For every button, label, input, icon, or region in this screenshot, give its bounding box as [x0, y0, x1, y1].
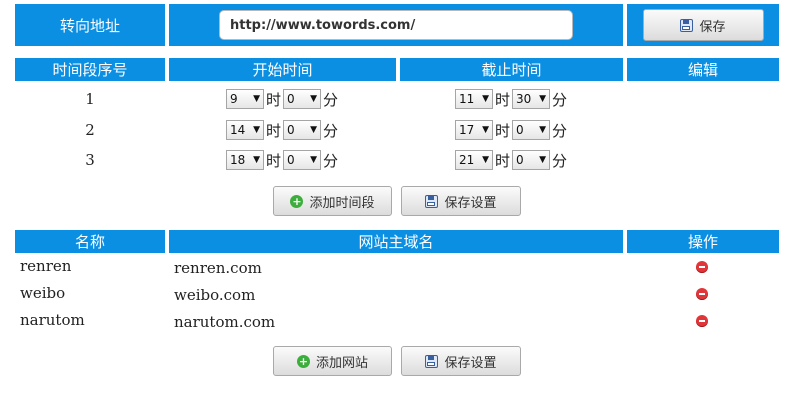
- hour-unit: 时: [495, 121, 511, 140]
- save-sites-button[interactable]: 保存设置: [401, 346, 521, 376]
- minute-unit: 分: [552, 90, 568, 109]
- dropdown-arrow-icon: ▼: [253, 125, 260, 135]
- dropdown-arrow-icon: ▼: [310, 125, 318, 135]
- dropdown-arrow-icon: ▼: [539, 94, 547, 104]
- save-icon: [425, 194, 439, 208]
- add-time-slot-label: 添加时间段: [309, 195, 375, 211]
- col-header-domain: 网站主域名: [169, 230, 623, 253]
- col-header-action: 操作: [627, 230, 779, 253]
- row-index: 2: [85, 121, 95, 139]
- site-domain: narutom.com: [174, 313, 276, 331]
- schedule-row: 1 9 ▼ 时 0 ▼ 分 11 ▼ 时 30 ▼ 分: [0, 87, 790, 111]
- dropdown-arrow-icon: ▼: [253, 94, 260, 104]
- start-minute-select[interactable]: 0 ▼: [283, 150, 322, 170]
- dropdown-arrow-icon: ▼: [310, 94, 318, 104]
- save-icon: [425, 354, 439, 368]
- minute-unit: 分: [552, 121, 568, 140]
- col-header-start: 开始时间: [169, 58, 396, 81]
- end-hour-select[interactable]: 11 ▼: [455, 89, 493, 109]
- hour-unit: 时: [266, 121, 282, 140]
- site-name: narutom: [20, 311, 85, 329]
- dropdown-arrow-icon: ▼: [482, 125, 489, 135]
- redirect-label: 转向地址: [59, 16, 120, 35]
- row-index: 3: [85, 151, 95, 169]
- site-row: narutom narutom.com: [0, 311, 790, 337]
- start-time: 9 ▼ 时 0 ▼ 分: [226, 87, 338, 111]
- dropdown-arrow-icon: ▼: [310, 155, 318, 165]
- redirect-label-cell: 转向地址: [15, 4, 165, 46]
- site-name: renren: [20, 257, 72, 275]
- start-time: 14 ▼ 时 0 ▼ 分: [226, 118, 338, 142]
- start-minute-select[interactable]: 0 ▼: [283, 89, 322, 109]
- save-icon: [680, 18, 694, 32]
- site-row: weibo weibo.com: [0, 284, 790, 310]
- site-domain: weibo.com: [174, 286, 256, 304]
- redirect-input-cell: http://www.towords.com/: [169, 4, 623, 46]
- minute-unit: 分: [323, 121, 339, 140]
- add-time-slot-button[interactable]: + 添加时间段: [273, 186, 392, 216]
- dropdown-arrow-icon: ▼: [482, 94, 489, 104]
- save-schedule-button[interactable]: 保存设置: [401, 186, 521, 216]
- add-site-label: 添加网站: [315, 355, 368, 371]
- hour-unit: 时: [495, 151, 511, 170]
- end-hour-select[interactable]: 21 ▼: [455, 150, 493, 170]
- dropdown-arrow-icon: ▼: [482, 155, 489, 165]
- col-header-edit: 编辑: [627, 58, 779, 81]
- site-domain: renren.com: [174, 259, 262, 277]
- save-schedule-label: 保存设置: [444, 195, 497, 211]
- redirect-url-input[interactable]: http://www.towords.com/: [219, 10, 573, 40]
- redirect-save-button[interactable]: 保存: [642, 9, 764, 41]
- end-minute-select[interactable]: 30 ▼: [512, 89, 551, 109]
- minute-unit: 分: [323, 90, 339, 109]
- start-minute-select[interactable]: 0 ▼: [283, 120, 322, 140]
- dropdown-arrow-icon: ▼: [253, 155, 260, 165]
- redirect-save-cell: 保存: [627, 4, 779, 46]
- hour-unit: 时: [495, 90, 511, 109]
- add-icon: +: [290, 194, 304, 208]
- start-hour-select[interactable]: 9 ▼: [226, 89, 264, 109]
- end-minute-select[interactable]: 0 ▼: [512, 150, 551, 170]
- end-hour-select[interactable]: 17 ▼: [455, 120, 493, 140]
- end-time: 11 ▼ 时 30 ▼ 分: [455, 87, 567, 111]
- start-hour-select[interactable]: 18 ▼: [226, 150, 264, 170]
- end-time: 21 ▼ 时 0 ▼ 分: [455, 148, 567, 172]
- hour-unit: 时: [266, 90, 282, 109]
- start-time: 18 ▼ 时 0 ▼ 分: [226, 148, 338, 172]
- remove-icon[interactable]: [696, 261, 708, 273]
- save-sites-label: 保存设置: [444, 355, 497, 371]
- end-minute-select[interactable]: 0 ▼: [512, 120, 551, 140]
- minute-unit: 分: [552, 151, 568, 170]
- add-icon: +: [296, 354, 310, 368]
- remove-icon[interactable]: [696, 288, 708, 300]
- schedule-row: 2 14 ▼ 时 0 ▼ 分 17 ▼ 时 0 ▼ 分: [0, 118, 790, 142]
- minute-unit: 分: [323, 151, 339, 170]
- row-index: 1: [85, 90, 95, 108]
- end-time: 17 ▼ 时 0 ▼ 分: [455, 118, 567, 142]
- add-site-button[interactable]: + 添加网站: [273, 346, 392, 376]
- start-hour-select[interactable]: 14 ▼: [226, 120, 264, 140]
- remove-icon[interactable]: [696, 315, 708, 327]
- redirect-save-label: 保存: [699, 19, 726, 35]
- col-header-name: 名称: [15, 230, 165, 253]
- site-row: renren renren.com: [0, 257, 790, 283]
- dropdown-arrow-icon: ▼: [539, 155, 547, 165]
- schedule-row: 3 18 ▼ 时 0 ▼ 分 21 ▼ 时 0 ▼ 分: [0, 148, 790, 172]
- dropdown-arrow-icon: ▼: [539, 125, 547, 135]
- col-header-index: 时间段序号: [15, 58, 165, 81]
- hour-unit: 时: [266, 151, 282, 170]
- col-header-end: 截止时间: [400, 58, 623, 81]
- site-name: weibo: [20, 284, 66, 302]
